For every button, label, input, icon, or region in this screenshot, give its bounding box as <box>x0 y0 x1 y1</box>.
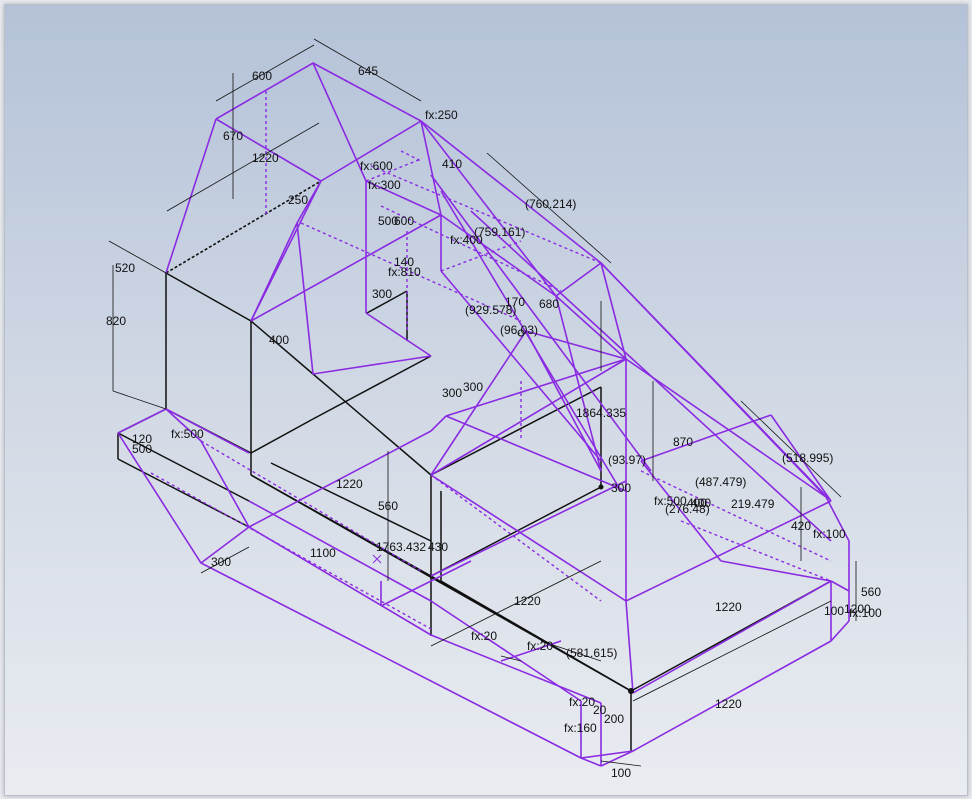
dimension-label[interactable]: (518.995) <box>782 451 833 465</box>
dimension-label[interactable]: 100 <box>611 766 631 780</box>
dimension-lines <box>108 38 857 767</box>
dimension-label[interactable]: 670 <box>223 129 243 143</box>
dimension-label[interactable]: (487.479) <box>695 475 746 489</box>
dimension-label[interactable]: (760.214) <box>525 197 576 211</box>
dimension-label[interactable]: 1864.335 <box>576 406 626 420</box>
dimension-label[interactable]: 1220 <box>252 151 279 165</box>
dimension-label[interactable]: 820 <box>106 314 126 328</box>
dimension-label[interactable]: 300 <box>611 481 631 495</box>
dimension-label[interactable]: fx:810 <box>388 265 421 279</box>
dimension-label[interactable]: 219.479 <box>731 497 775 511</box>
dimension-label[interactable]: (759.161) <box>474 225 525 239</box>
dimension-label[interactable]: 1100 <box>310 546 336 560</box>
dimension-label[interactable]: 410 <box>442 157 462 171</box>
dimension-label[interactable]: fx:100 <box>813 527 846 541</box>
dimension-label[interactable]: 560 <box>861 585 881 599</box>
dimension-label[interactable]: (929.578) <box>465 303 516 317</box>
dimension-label[interactable]: 420 <box>791 519 811 533</box>
sketch-point-markers <box>372 329 634 694</box>
dimension-label[interactable]: 300 <box>211 555 231 569</box>
dimension-label[interactable]: (581.615) <box>566 646 617 660</box>
dimension-label[interactable]: 20 <box>593 703 607 717</box>
dimension-label[interactable]: 870 <box>673 435 693 449</box>
dimension-label[interactable]: fx:100 <box>849 606 882 620</box>
sketch-geometry <box>117 62 850 767</box>
dimension-label[interactable]: 430 <box>428 540 448 554</box>
dimension-label[interactable]: fx:500 <box>171 427 204 441</box>
dimension-label[interactable]: 300 <box>463 380 483 394</box>
dimension-label[interactable]: 600 <box>394 214 414 228</box>
dimension-label[interactable]: 300 <box>372 287 392 301</box>
dimension-label[interactable]: 1220 <box>514 594 541 608</box>
dimension-label[interactable]: 680 <box>539 297 559 311</box>
dimension-label[interactable]: fx:20 <box>527 639 553 653</box>
dimension-label[interactable]: 1220 <box>715 600 742 614</box>
dimension-label[interactable]: 600 <box>252 69 272 83</box>
dimension-label[interactable]: fx:20 <box>471 629 497 643</box>
dimension-label[interactable]: 1220 <box>715 697 742 711</box>
sketch-viewport[interactable]: 600 645 670 1220 fx:250 fx:600 410 fx:30… <box>4 4 968 796</box>
dimension-label[interactable]: 1763.432 <box>376 540 426 554</box>
dimension-label[interactable]: 400 <box>691 496 711 510</box>
dimension-label[interactable]: fx:250 <box>425 108 458 122</box>
dimension-label[interactable]: 560 <box>378 499 398 513</box>
dimension-label[interactable]: 300 <box>442 386 462 400</box>
3d-sketch-drawing[interactable]: 600 645 670 1220 fx:250 fx:600 410 fx:30… <box>5 5 967 795</box>
model-edges <box>117 180 832 751</box>
dimension-label[interactable]: fx:20 <box>569 695 595 709</box>
dimension-label[interactable]: (93.97) <box>608 453 646 467</box>
dimension-label[interactable]: 1220 <box>336 477 363 491</box>
dimension-label[interactable]: 500 <box>132 442 152 456</box>
dimension-label[interactable]: 520 <box>115 261 135 275</box>
dimension-label[interactable]: fx:300 <box>368 178 401 192</box>
dimension-label[interactable]: 100 <box>824 604 844 618</box>
dimension-labels: 600 645 670 1220 fx:250 fx:600 410 fx:30… <box>106 64 882 780</box>
dimension-label[interactable]: 250 <box>288 193 308 207</box>
dimension-label[interactable]: fx:160 <box>564 721 597 735</box>
dimension-label[interactable]: 200 <box>604 712 624 726</box>
dimension-label[interactable]: 645 <box>358 64 378 78</box>
dimension-label[interactable]: 400 <box>269 333 289 347</box>
dimension-label[interactable]: fx:600 <box>360 159 393 173</box>
